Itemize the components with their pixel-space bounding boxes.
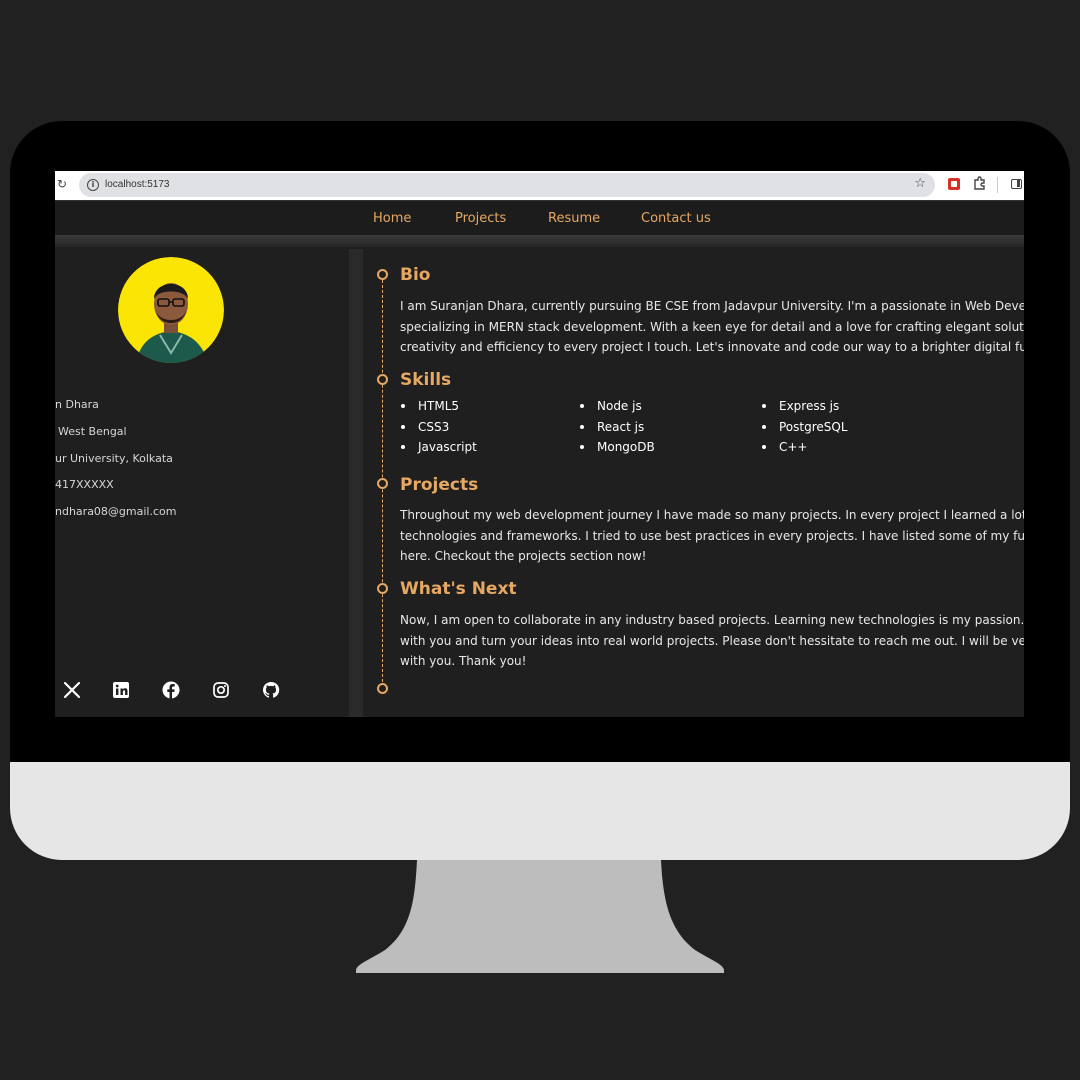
skill-item: Node js	[579, 396, 655, 417]
timeline-dot	[377, 583, 388, 594]
skills-column-1: HTML5 CSS3 Javascript	[400, 396, 477, 458]
navbar-shadow	[55, 235, 1024, 247]
github-icon[interactable]	[262, 681, 280, 699]
bio-line: I am Suranjan Dhara, currently pursuing …	[400, 299, 1024, 313]
reload-icon[interactable]: ↻	[57, 177, 67, 191]
skill-item: React js	[579, 417, 655, 438]
projects-line: Throughout my web development journey I …	[400, 508, 1024, 522]
monitor-chin	[10, 762, 1070, 860]
projects-line: here. Checkout the projects section now!	[400, 549, 647, 563]
top-navbar: Home Projects Resume Contact us	[55, 200, 1024, 236]
section-title-skills: Skills	[400, 370, 452, 390]
projects-text: Throughout my web development journey I …	[400, 505, 1024, 567]
skills-column-2: Node js React js MongoDB	[579, 396, 655, 458]
whats-next-line: with you and turn your ideas into real w…	[400, 633, 1024, 648]
browser-toolbar: ↻ i localhost:5173 ☆	[55, 171, 1024, 200]
skills-column-3: Express js PostgreSQL C++	[761, 396, 848, 458]
profile-panel: n Dhara West Bengal ur University, Kolka…	[55, 249, 349, 717]
skill-item: HTML5	[400, 396, 477, 417]
nav-contact-us[interactable]: Contact us	[641, 211, 711, 226]
projects-line: technologies and frameworks. I tried to …	[400, 528, 1024, 543]
nav-resume[interactable]: Resume	[548, 211, 600, 226]
monitor: ↻ i localhost:5173 ☆ Home Projects Resum…	[10, 121, 1070, 860]
whats-next-text: Now, I am open to collaborate in any ind…	[400, 610, 1024, 672]
whats-next-line: with you. Thank you!	[400, 654, 527, 668]
section-title-whats-next: What's Next	[400, 579, 517, 599]
extension-icon[interactable]	[948, 178, 960, 190]
timeline-dot	[377, 374, 388, 385]
about-timeline: Bio I am Suranjan Dhara, currently pursu…	[363, 249, 1024, 717]
bookmark-star-icon[interactable]: ☆	[914, 176, 926, 191]
skill-item: Express js	[761, 396, 848, 417]
bio-text: I am Suranjan Dhara, currently pursuing …	[400, 296, 1024, 358]
x-icon[interactable]	[63, 681, 81, 699]
instagram-icon[interactable]	[212, 681, 230, 699]
bio-line: creativity and efficiency to every proje…	[400, 340, 1024, 354]
side-panel-icon[interactable]	[1011, 179, 1022, 189]
nav-home[interactable]: Home	[373, 211, 411, 226]
site-info-icon[interactable]: i	[87, 179, 99, 191]
section-title-projects: Projects	[400, 475, 479, 495]
puzzle-extensions-icon[interactable]	[972, 175, 988, 191]
profile-name: n Dhara	[55, 398, 99, 411]
whats-next-line: Now, I am open to collaborate in any ind…	[400, 613, 1024, 627]
skill-item: Javascript	[400, 437, 477, 458]
monitor-stand	[356, 860, 724, 973]
address-bar[interactable]: i localhost:5173 ☆	[79, 173, 935, 197]
timeline-dot	[377, 683, 388, 694]
skill-item: MongoDB	[579, 437, 655, 458]
profile-email: ndhara08@gmail.com	[55, 505, 177, 518]
avatar	[118, 257, 224, 363]
nav-projects[interactable]: Projects	[455, 211, 506, 226]
facebook-icon[interactable]	[162, 681, 180, 699]
screen: ↻ i localhost:5173 ☆ Home Projects Resum…	[55, 171, 1024, 717]
timeline-dot	[377, 269, 388, 280]
section-title-bio: Bio	[400, 265, 431, 285]
timeline-dot	[377, 478, 388, 489]
profile-phone: 417XXXXX	[55, 478, 114, 491]
url-text[interactable]: localhost:5173	[105, 179, 170, 190]
linkedin-icon[interactable]	[112, 681, 130, 699]
panel-divider	[349, 249, 363, 717]
profile-location: West Bengal	[58, 425, 127, 438]
profile-university: ur University, Kolkata	[55, 452, 173, 465]
skill-item: CSS3	[400, 417, 477, 438]
skill-item: C++	[761, 437, 848, 458]
social-links	[55, 681, 349, 701]
bio-line: specializing in MERN stack development. …	[400, 319, 1024, 334]
skill-item: PostgreSQL	[761, 417, 848, 438]
toolbar-separator	[997, 177, 998, 193]
